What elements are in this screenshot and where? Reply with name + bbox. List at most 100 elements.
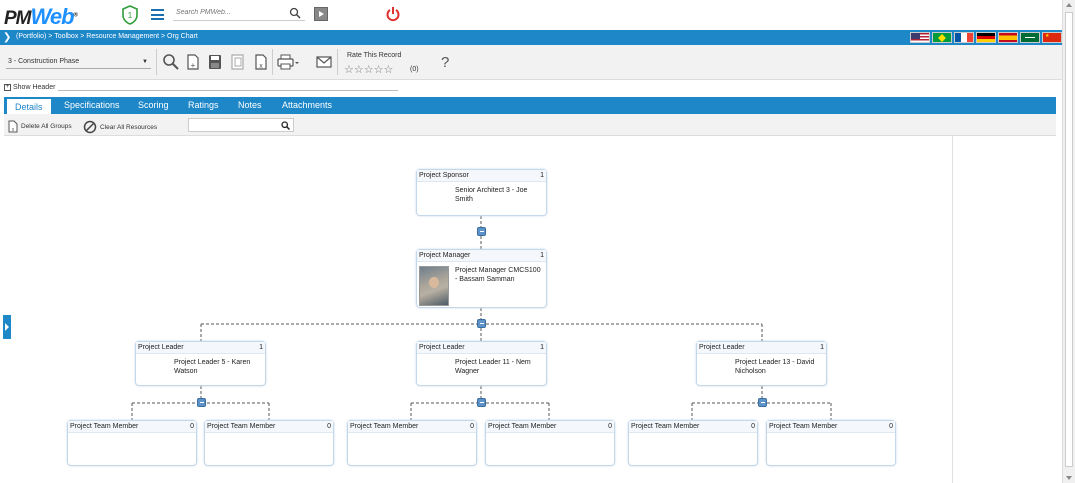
org-node-count: 1	[540, 344, 544, 351]
rating-stars[interactable]: ☆☆☆☆☆	[344, 63, 393, 76]
tab-specifications[interactable]: Specifications	[64, 100, 120, 110]
france-flag-icon[interactable]	[954, 32, 974, 43]
org-chart-toolbar: x Delete All Groups Clear All Resources	[4, 114, 1056, 136]
help-icon[interactable]: ?	[441, 54, 449, 71]
tab-notes[interactable]: Notes	[238, 100, 262, 110]
org-node-role: Project Manager	[419, 252, 471, 259]
scroll-up-icon[interactable]	[1066, 3, 1072, 7]
save-icon[interactable]	[206, 53, 224, 71]
org-node-header: Project Sponsor 1	[417, 170, 546, 182]
breadcrumb-bar: ❯ (Portfolio) > Toolbox > Resource Manag…	[0, 30, 1062, 45]
spain-flag-icon[interactable]	[998, 32, 1018, 43]
tab-attachments[interactable]: Attachments	[282, 100, 332, 110]
collapse-toggle-icon[interactable]	[477, 319, 486, 328]
org-node-header: Project Manager 1	[417, 250, 546, 262]
avatar	[419, 266, 449, 306]
email-icon[interactable]	[315, 53, 333, 71]
shield-notification-icon[interactable]: 1	[121, 5, 139, 25]
tab-details[interactable]: Details	[6, 98, 52, 114]
page-scrollbar[interactable]	[1062, 0, 1075, 483]
search-icon[interactable]	[281, 121, 290, 130]
org-node-role: Project Leader	[138, 344, 184, 351]
org-node-header: Project Team Member 0	[629, 421, 757, 433]
breadcrumb[interactable]: (Portfolio) > Toolbox > Resource Managem…	[16, 33, 198, 40]
delete-doc-icon: x	[8, 120, 18, 133]
org-node-count: 0	[889, 423, 893, 430]
clear-all-resources-label: Clear All Resources	[100, 123, 158, 131]
collapse-toggle-icon[interactable]	[477, 227, 486, 236]
us-flag-icon[interactable]	[910, 32, 930, 43]
delete-all-groups-button[interactable]: x Delete All Groups	[8, 120, 72, 133]
org-node-resource: Senior Architect 3 - Joe Smith	[455, 187, 528, 203]
ban-icon	[83, 120, 97, 134]
org-node-count: 1	[540, 252, 544, 259]
side-panel-toggle[interactable]	[3, 315, 11, 339]
print-icon[interactable]	[276, 53, 300, 71]
phase-select[interactable]: 3 - Construction Phase ▼	[6, 55, 151, 69]
org-node-resource: Project Leader 13 - David Nicholson	[735, 359, 815, 375]
org-node-count: 1	[259, 344, 263, 351]
org-node-manager[interactable]: Project Manager 1 Project Manager CMCS100…	[416, 249, 547, 308]
toolbar-divider	[337, 49, 338, 75]
clear-all-resources-button[interactable]: Clear All Resources	[83, 120, 157, 134]
org-node-leader[interactable]: Project Leader 1 Project Leader 13 - Davi…	[696, 341, 827, 386]
org-node-header: Project Team Member 0	[486, 421, 614, 433]
global-search-field[interactable]	[173, 7, 305, 21]
header-divider	[58, 90, 398, 91]
expand-icon[interactable]: +	[4, 84, 11, 91]
org-node-resource: Project Leader 5 - Karen Watson	[174, 359, 251, 375]
org-node-header: Project Team Member 0	[68, 421, 196, 433]
svg-text:1: 1	[128, 11, 133, 20]
org-search-input[interactable]	[188, 118, 294, 132]
svg-text:x: x	[259, 63, 263, 70]
tab-ratings[interactable]: Ratings	[188, 100, 219, 110]
scroll-thumb[interactable]	[1065, 12, 1073, 467]
org-node-team-member[interactable]: Project Team Member 0	[628, 420, 758, 466]
copy-icon[interactable]	[229, 53, 247, 71]
show-header-label: Show Header	[13, 84, 56, 91]
org-node-header: Project Leader 1	[136, 342, 265, 354]
org-node-leader[interactable]: Project Leader 1 Project Leader 5 - Karen…	[135, 341, 266, 386]
org-node-leader[interactable]: Project Leader 1 Project Leader 11 - Nem …	[416, 341, 547, 386]
org-node-role: Project Team Member	[207, 423, 276, 430]
menu-icon[interactable]	[151, 9, 164, 20]
breadcrumb-expand-icon[interactable]: ❯	[3, 32, 11, 43]
collapse-toggle-icon[interactable]	[197, 398, 206, 407]
search-icon[interactable]	[289, 7, 301, 19]
delete-record-icon[interactable]: x	[252, 53, 270, 71]
scroll-down-icon[interactable]	[1066, 476, 1072, 480]
chevron-down-icon: ▼	[142, 59, 148, 65]
org-node-role: Project Team Member	[70, 423, 139, 430]
org-node-header: Project Team Member 0	[205, 421, 333, 433]
org-node-team-member[interactable]: Project Team Member 0	[204, 420, 334, 466]
org-node-count: 1	[820, 344, 824, 351]
svg-text:+: +	[191, 61, 196, 70]
tab-scoring[interactable]: Scoring	[138, 100, 169, 110]
china-flag-icon[interactable]: ★	[1042, 32, 1062, 43]
power-icon[interactable]	[386, 6, 400, 22]
org-node-team-member[interactable]: Project Team Member 0	[766, 420, 896, 466]
collapse-toggle-icon[interactable]	[477, 398, 486, 407]
org-node-count: 0	[327, 423, 331, 430]
video-icon[interactable]	[314, 7, 328, 21]
find-icon[interactable]	[162, 53, 180, 71]
org-node-role: Project Team Member	[769, 423, 838, 430]
global-search-input[interactable]	[173, 9, 283, 16]
org-node-count: 1	[540, 172, 544, 179]
pmweb-logo[interactable]: PMWeb®	[4, 4, 78, 30]
toolbar-divider	[272, 49, 273, 75]
org-node-team-member[interactable]: Project Team Member 0	[347, 420, 477, 466]
org-node-header: Project Leader 1	[417, 342, 546, 354]
collapse-toggle-icon[interactable]	[758, 398, 767, 407]
germany-flag-icon[interactable]	[976, 32, 996, 43]
org-node-sponsor[interactable]: Project Sponsor 1 Senior Architect 3 - Jo…	[416, 169, 547, 216]
add-new-icon[interactable]: +	[184, 53, 202, 71]
tab-bar: Details Specifications Scoring Ratings N…	[4, 97, 1056, 114]
org-node-header: Project Team Member 0	[767, 421, 895, 433]
org-node-team-member[interactable]: Project Team Member 0	[67, 420, 197, 466]
saudi-flag-icon[interactable]	[1020, 32, 1040, 43]
org-node-team-member[interactable]: Project Team Member 0	[485, 420, 615, 466]
show-header-toggle[interactable]: + Show Header	[4, 84, 55, 91]
phase-select-value: 3 - Construction Phase	[8, 58, 80, 65]
brazil-flag-icon[interactable]	[932, 32, 952, 43]
